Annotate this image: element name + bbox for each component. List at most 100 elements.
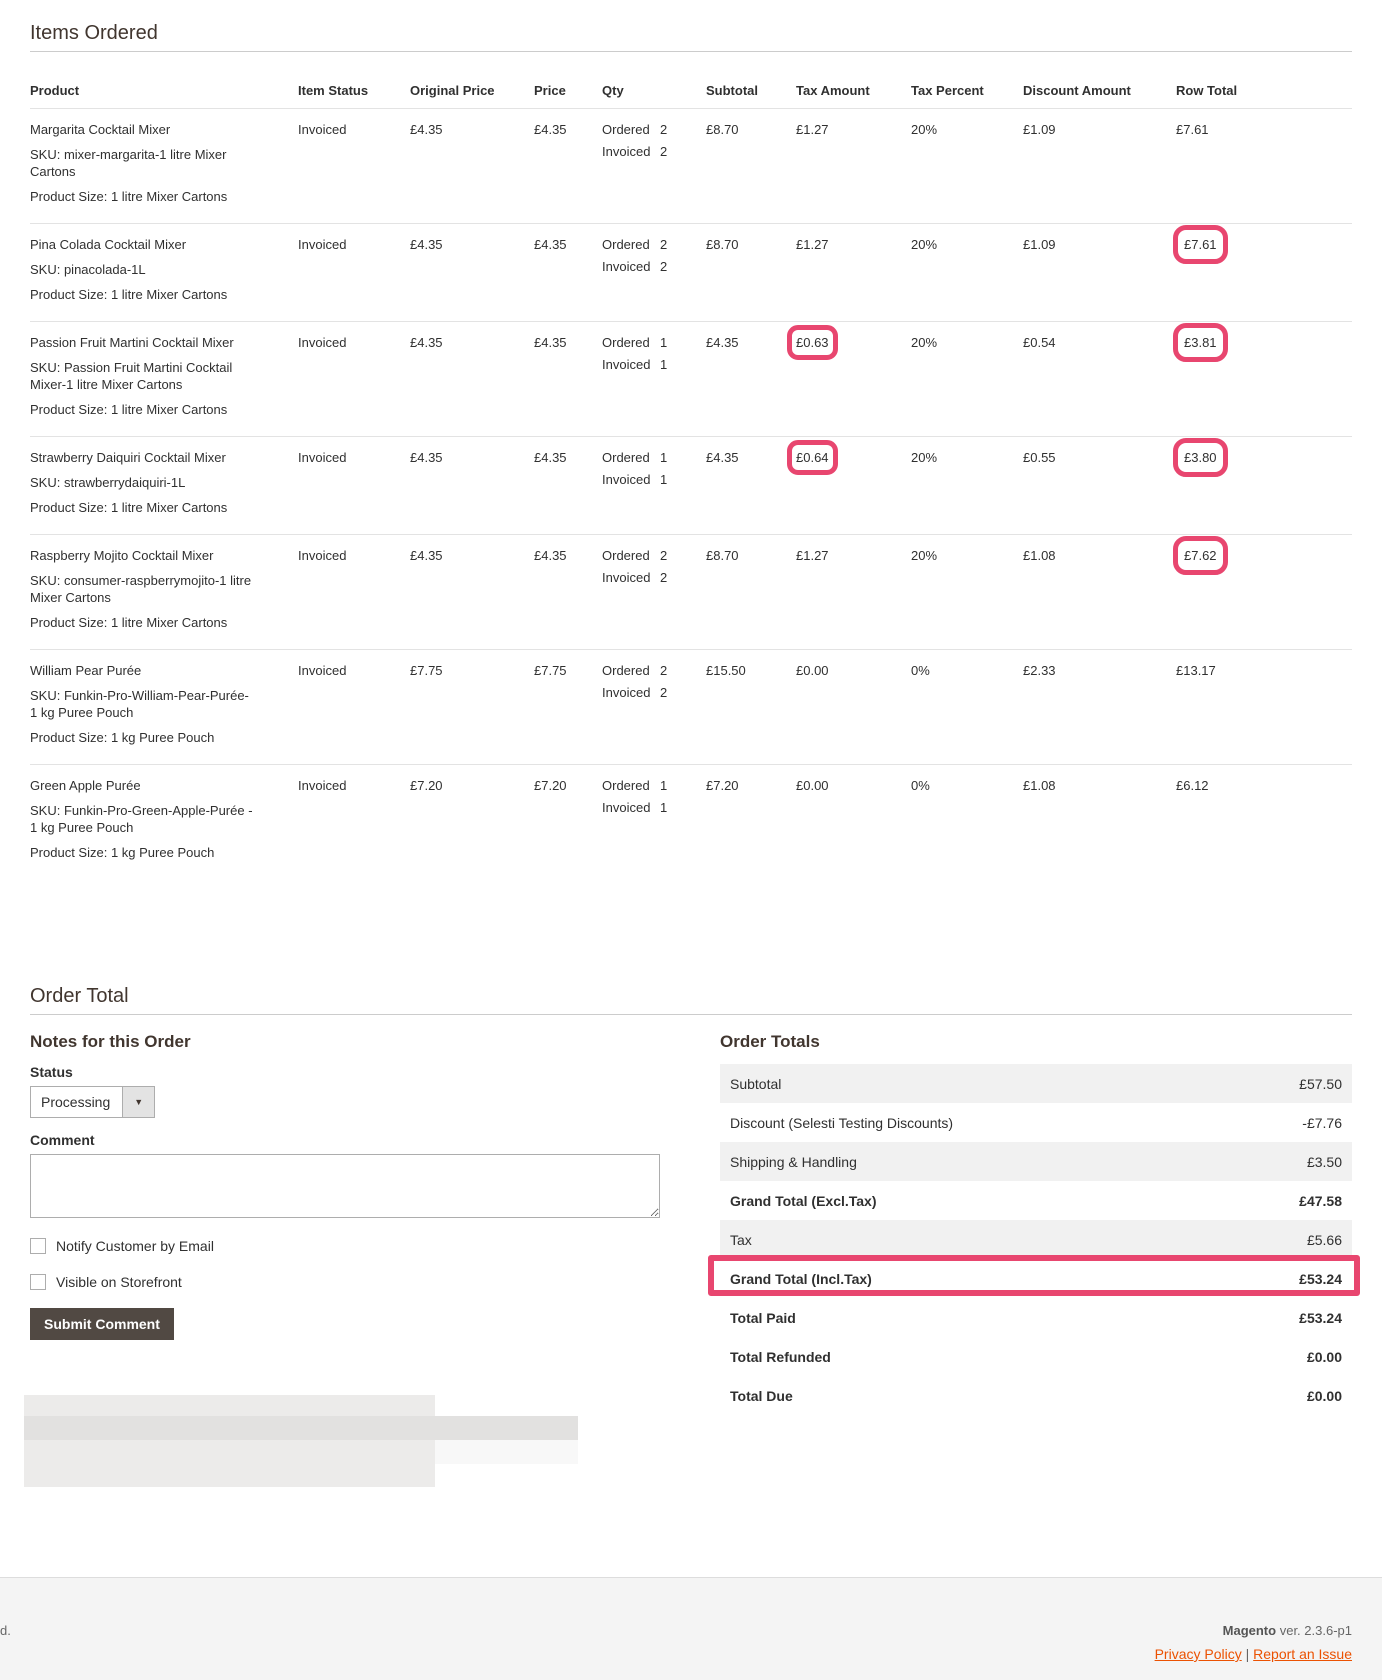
- price: £4.35: [534, 321, 602, 437]
- tax-amount-cell: £0.00: [796, 764, 911, 879]
- qty-invoiced: 2: [660, 684, 668, 700]
- product-size: Product Size: 1 litre Mixer Cartons: [30, 401, 255, 418]
- qty-ordered-label: Ordered: [602, 236, 650, 252]
- product-cell: Pina Colada Cocktail Mixer SKU: pinacolad…: [30, 223, 298, 322]
- col-tax-amount: Tax Amount: [796, 76, 911, 109]
- item-status: Invoiced: [298, 321, 410, 437]
- totals-label: Grand Total (Excl.Tax): [730, 1192, 877, 1209]
- price: £4.35: [534, 436, 602, 535]
- order-totals-panel: Order Totals Subtotal £57.50 Discount (Sel…: [720, 1032, 1352, 1415]
- qty-invoiced: 2: [660, 569, 668, 585]
- qty-cell: Ordered 1 Invoiced 1: [602, 321, 706, 437]
- submit-comment-button[interactable]: Submit Comment: [30, 1308, 174, 1340]
- chevron-down-icon[interactable]: ▼: [122, 1087, 155, 1117]
- product-name: Strawberry Daiquiri Cocktail Mixer: [30, 449, 226, 465]
- item-status: Invoiced: [298, 534, 410, 650]
- tax-amount: £1.27: [796, 547, 829, 563]
- qty-ordered: 1: [660, 449, 668, 465]
- row-total-cell: £13.17: [1176, 649, 1352, 765]
- items-ordered-title: Items Ordered: [30, 22, 1352, 52]
- totals-value: £57.50: [1222, 1064, 1352, 1103]
- tax-percent: 20%: [911, 436, 1023, 535]
- magento-brand: Magento: [1222, 1623, 1277, 1638]
- qty-invoiced: 1: [660, 356, 668, 372]
- product-size-value: 1 litre Mixer Cartons: [110, 188, 228, 204]
- tax-amount: £0.00: [796, 662, 829, 678]
- item-status: Invoiced: [298, 649, 410, 765]
- status-select-value: Processing: [41, 1094, 111, 1110]
- visible-storefront-label: Visible on Storefront: [56, 1274, 182, 1290]
- qty-invoiced-label: Invoiced: [602, 799, 651, 815]
- qty-cell: Ordered 2 Invoiced 2: [602, 649, 706, 765]
- items-ordered-table: Product Item Status Original Price Price…: [30, 76, 1352, 879]
- qty-ordered: 1: [660, 334, 668, 350]
- qty-cell: Ordered 1 Invoiced 1: [602, 436, 706, 535]
- product-cell: Margarita Cocktail Mixer SKU: mixer-marga…: [30, 108, 298, 224]
- product-size-value: 1 litre Mixer Cartons: [110, 614, 228, 630]
- subtotal: £4.35: [706, 436, 796, 535]
- report-issue-link[interactable]: Report an Issue: [1253, 1646, 1352, 1662]
- qty-ordered-label: Ordered: [602, 547, 650, 563]
- totals-row: Discount (Selesti Testing Discounts) -£7.…: [720, 1103, 1352, 1142]
- qty-ordered: 2: [660, 236, 668, 252]
- visible-storefront-row[interactable]: Visible on Storefront: [30, 1274, 660, 1290]
- subtotal: £7.20: [706, 777, 739, 793]
- discount-amount: £0.55: [1023, 436, 1176, 535]
- row-total: £7.61: [1173, 224, 1228, 264]
- totals-value: £0.00: [1306, 1387, 1342, 1404]
- comment-textarea[interactable]: [30, 1154, 660, 1218]
- tax-percent: 0%: [911, 777, 930, 793]
- tax-amount-cell: £1.27: [796, 223, 911, 322]
- discount-amount: £1.09: [1023, 108, 1176, 224]
- subtotal: £15.50: [706, 649, 796, 765]
- product-size: Product Size: 1 litre Mixer Cartons: [30, 188, 255, 205]
- order-totals-table: Subtotal £57.50 Discount (Selesti Testing …: [720, 1064, 1352, 1415]
- order-totals-title: Order Totals: [720, 1032, 820, 1051]
- visible-storefront-checkbox[interactable]: [30, 1274, 46, 1290]
- tax-amount: £0.00: [796, 777, 829, 793]
- totals-label: Subtotal: [720, 1064, 1223, 1103]
- tax-percent: 20%: [911, 321, 1023, 437]
- original-price: £4.35: [410, 436, 534, 535]
- privacy-policy-link[interactable]: Privacy Policy: [1155, 1646, 1242, 1662]
- item-status: Invoiced: [298, 223, 410, 322]
- tax-amount-cell: £1.27: [796, 534, 911, 650]
- order-notes-panel: Notes for this Order Status Processing ▼…: [30, 1032, 660, 1340]
- tax-amount: £1.27: [796, 236, 829, 252]
- col-price: Price: [534, 76, 602, 109]
- product-size-label: Product Size:: [30, 499, 108, 515]
- totals-label: Shipping & Handling: [720, 1142, 1223, 1181]
- original-price: £4.35: [410, 321, 534, 437]
- price: £7.75: [534, 649, 602, 765]
- discount-amount: £0.54: [1023, 321, 1176, 437]
- row-total: £7.61: [1176, 121, 1209, 137]
- product-cell: Raspberry Mojito Cocktail Mixer SKU: cons…: [30, 534, 298, 650]
- page-footer: d. Magento ver. 2.3.6-p1 Privacy Policy …: [0, 1577, 1382, 1680]
- qty-ordered-label: Ordered: [602, 777, 650, 793]
- totals-row: Total Paid £53.24: [720, 1298, 1352, 1337]
- product-size-label: Product Size:: [30, 286, 108, 302]
- row-total: £6.12: [1176, 777, 1209, 793]
- original-price: £7.75: [410, 649, 534, 765]
- qty-invoiced-label: Invoiced: [602, 143, 651, 159]
- item-row: Pina Colada Cocktail Mixer SKU: pinacolad…: [30, 223, 1352, 322]
- original-price: £4.35: [410, 223, 534, 322]
- product-size-value: 1 kg Puree Pouch: [110, 729, 215, 745]
- discount-amount: £2.33: [1023, 649, 1176, 765]
- tax-percent: 0%: [911, 649, 1023, 765]
- totals-label: Grand Total (Incl.Tax): [730, 1270, 872, 1287]
- tax-percent: 20%: [911, 223, 1023, 322]
- qty-invoiced-label: Invoiced: [602, 471, 651, 487]
- notify-customer-checkbox[interactable]: [30, 1238, 46, 1254]
- totals-row: Shipping & Handling £3.50: [720, 1142, 1352, 1181]
- totals-label: Total Paid: [730, 1309, 796, 1326]
- product-cell: Strawberry Daiquiri Cocktail Mixer SKU: s…: [30, 436, 298, 535]
- price: £4.35: [534, 534, 602, 650]
- row-total: £13.17: [1176, 662, 1216, 678]
- subtotal: £4.35: [706, 321, 796, 437]
- col-qty: Qty: [602, 76, 706, 109]
- totals-row: Subtotal £57.50: [720, 1064, 1352, 1103]
- notify-customer-row[interactable]: Notify Customer by Email: [30, 1238, 660, 1254]
- item-row: Strawberry Daiquiri Cocktail Mixer SKU: s…: [30, 436, 1352, 535]
- status-select[interactable]: Processing ▼: [30, 1086, 156, 1118]
